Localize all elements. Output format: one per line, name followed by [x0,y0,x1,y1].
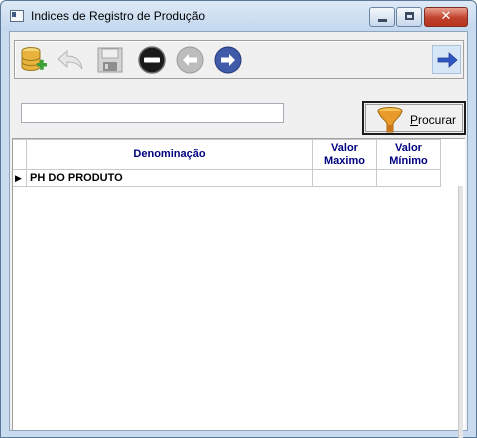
procurar-button[interactable]: Procurar [362,101,466,135]
minus-circle-icon [138,46,166,74]
left-arrow-circle-icon [176,46,204,74]
grid-header-row: Denominação Valor Maximo Valor Mínimo [13,139,441,170]
column-header-denominacao[interactable]: Denominação [26,139,313,170]
add-record-button[interactable] [18,44,50,76]
cell-valor-minimo[interactable] [376,169,441,187]
database-add-icon [21,47,47,72]
title-bar[interactable]: Indices de Registro de Produção ✕ [1,1,476,31]
next-button[interactable] [212,44,244,76]
save-button[interactable] [94,44,126,76]
maximize-icon [405,12,414,20]
minimize-icon [378,19,387,22]
cell-valor-maximo[interactable] [312,169,377,187]
app-icon[interactable] [10,10,24,22]
undo-button[interactable] [54,44,86,76]
exit-button[interactable] [432,45,461,74]
search-input[interactable] [21,103,284,123]
procurar-label: Procurar [410,113,457,127]
column-header-valor-maximo[interactable]: Valor Maximo [312,139,377,170]
column-header-valor-minimo[interactable]: Valor Mínimo [376,139,441,170]
undo-arrow-icon [57,49,83,70]
funnel-icon [377,107,403,133]
row-pointer-icon: ▶ [13,169,27,187]
toolbar [14,40,464,79]
vertical-scrollbar[interactable] [458,186,463,438]
previous-button[interactable] [174,44,206,76]
window: Indices de Registro de Produção ✕ Procur… [0,0,477,438]
floppy-disk-icon [97,47,123,73]
close-icon: ✕ [440,9,452,24]
client-area: Procurar Denominação Valor Maximo Valor Mí… [9,31,468,438]
exit-arrow-icon [437,51,458,68]
cell-denominacao[interactable]: PH DO PRODUTO [26,169,313,187]
right-arrow-circle-icon [214,46,242,74]
maximize-button[interactable] [396,7,422,27]
close-button[interactable]: ✕ [424,7,468,27]
table-row[interactable]: ▶ PH DO PRODUTO [13,169,441,187]
row-indicator-header [13,139,27,170]
data-grid[interactable]: Denominação Valor Maximo Valor Mínimo ▶ PH… [12,138,465,438]
window-title: Indices de Registro de Produção [31,9,206,23]
minimize-button[interactable] [369,7,395,27]
delete-button[interactable] [136,44,168,76]
grid-table: Denominação Valor Maximo Valor Mínimo ▶ PH… [13,139,441,187]
